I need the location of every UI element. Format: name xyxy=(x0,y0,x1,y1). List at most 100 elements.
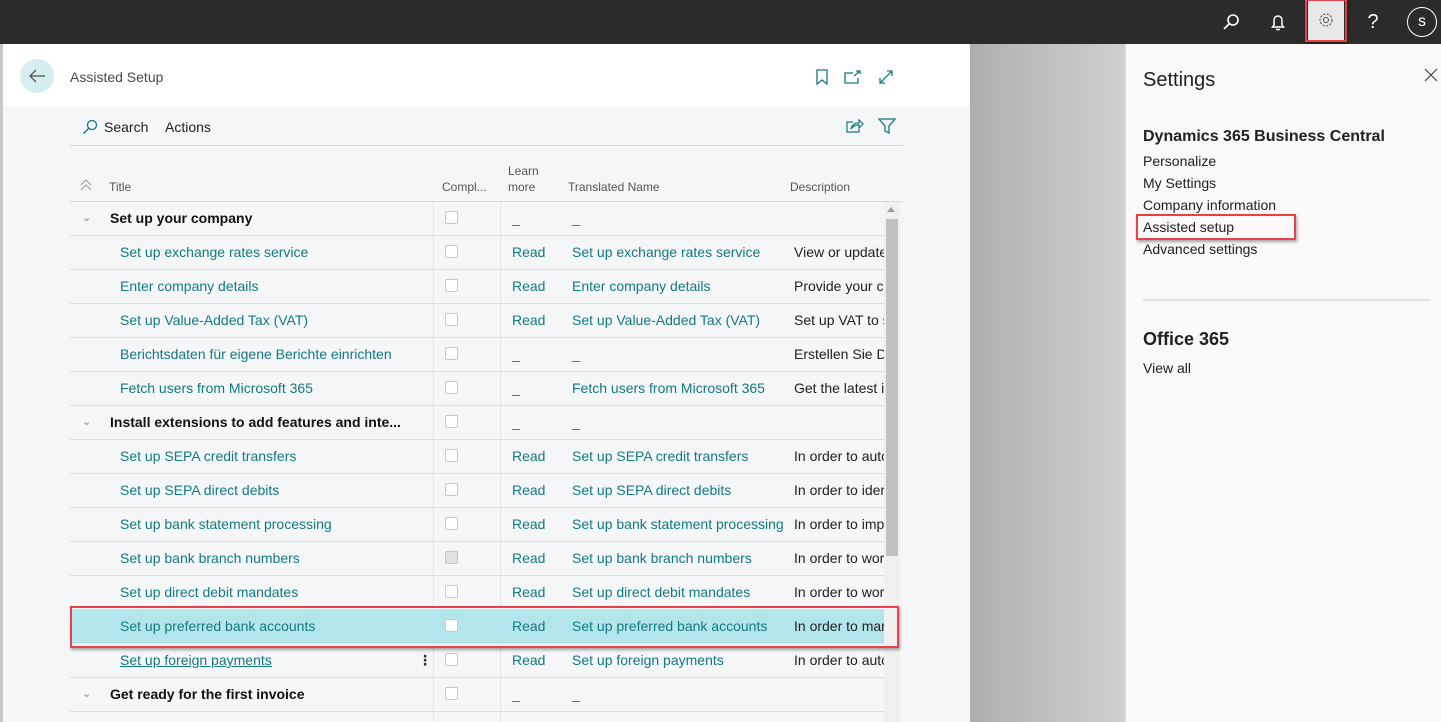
learn-more-link[interactable]: Read xyxy=(512,508,562,541)
row-title[interactable]: Set up SEPA direct debits xyxy=(120,474,420,507)
column-header-learn-more-line2[interactable]: more xyxy=(508,180,535,194)
completed-checkbox[interactable] xyxy=(445,483,458,496)
completed-checkbox[interactable] xyxy=(445,211,458,224)
completed-checkbox[interactable] xyxy=(445,449,458,462)
translated-name-link[interactable]: Set up preferred bank accounts xyxy=(572,610,788,643)
completed-checkbox[interactable] xyxy=(445,347,458,360)
translated-name-link[interactable]: _ xyxy=(572,202,788,235)
learn-more-link[interactable]: Read xyxy=(512,644,562,677)
close-settings-button[interactable] xyxy=(1424,66,1438,87)
scroll-up-arrow-icon[interactable] xyxy=(887,207,895,212)
settings-link-personalize[interactable]: Personalize xyxy=(1143,153,1216,169)
grid-scrollbar[interactable] xyxy=(884,202,900,722)
table-row[interactable]: Set up exchange rates service Read Set up … xyxy=(70,236,888,270)
learn-more-link[interactable]: Read xyxy=(512,304,562,337)
actions-menu[interactable]: Actions xyxy=(165,119,211,135)
completed-checkbox[interactable] xyxy=(445,585,458,598)
table-row[interactable]: Set up SEPA credit transfers Read Set up S… xyxy=(70,440,888,474)
translated-name-link[interactable]: Enter company details xyxy=(572,270,788,303)
search-button[interactable] xyxy=(1211,0,1251,44)
completed-checkbox[interactable] xyxy=(445,653,458,666)
translated-name-link[interactable]: _ xyxy=(572,338,788,371)
table-row[interactable]: Set up bank branch numbers Read Set up ban… xyxy=(70,542,888,576)
learn-more-link[interactable]: _ xyxy=(512,202,562,235)
row-title[interactable]: Set up bank statement processing xyxy=(120,508,420,541)
notifications-button[interactable] xyxy=(1258,0,1298,44)
row-title[interactable]: Fetch users from Microsoft 365 xyxy=(120,372,420,405)
learn-more-link[interactable]: Read xyxy=(512,440,562,473)
row-title[interactable]: Install extensions to add features and i… xyxy=(110,406,410,439)
row-title[interactable]: Set up Value-Added Tax (VAT) xyxy=(120,304,420,337)
share-button[interactable] xyxy=(846,118,870,134)
settings-link-company-information[interactable]: Company information xyxy=(1143,197,1276,213)
row-menu-icon[interactable]: ⋮ xyxy=(418,644,430,677)
settings-link-my-settings[interactable]: My Settings xyxy=(1143,175,1216,191)
row-title[interactable]: Set up your company xyxy=(110,202,410,235)
completed-checkbox[interactable] xyxy=(445,687,458,700)
row-title[interactable]: Set up exchange rates service xyxy=(120,236,420,269)
row-title[interactable]: Berichtsdaten für eigene Berichte einric… xyxy=(120,338,420,371)
filter-button[interactable] xyxy=(878,118,902,134)
translated-name-link[interactable]: Set up bank branch numbers xyxy=(572,542,788,575)
learn-more-link[interactable]: Read xyxy=(512,270,562,303)
completed-checkbox[interactable] xyxy=(445,279,458,292)
completed-checkbox[interactable] xyxy=(445,415,458,428)
column-header-completed[interactable]: Compl... xyxy=(442,180,487,194)
table-row[interactable]: Set up SEPA direct debits Read Set up SEPA… xyxy=(70,474,888,508)
chevron-down-icon[interactable]: ⌄ xyxy=(82,406,96,439)
settings-link-view-all[interactable]: View all xyxy=(1143,360,1191,376)
translated-name-link[interactable]: _ xyxy=(572,678,788,711)
scrollbar-thumb[interactable] xyxy=(886,219,898,556)
learn-more-link[interactable]: Read xyxy=(512,576,562,609)
table-row[interactable]: Enter company details Read Enter company d… xyxy=(70,270,888,304)
search-action[interactable]: Search xyxy=(82,119,148,135)
group-row[interactable]: ⌄ Install extensions to add features and … xyxy=(70,406,888,440)
learn-more-link[interactable]: Read xyxy=(512,542,562,575)
translated-name-link[interactable]: Set up exchange rates service xyxy=(572,236,788,269)
settings-link-assisted-setup[interactable]: Assisted setup xyxy=(1143,219,1234,235)
row-title[interactable]: Set up foreign payments xyxy=(120,644,420,677)
column-header-translated-name[interactable]: Translated Name xyxy=(568,180,660,194)
row-title[interactable]: Set up SEPA credit transfers xyxy=(120,440,420,473)
learn-more-link[interactable]: _ xyxy=(512,406,562,439)
completed-checkbox[interactable] xyxy=(445,245,458,258)
completed-checkbox[interactable] xyxy=(445,517,458,530)
translated-name-link[interactable]: Fetch users from Microsoft 365 xyxy=(572,372,788,405)
learn-more-link[interactable]: Read xyxy=(512,610,562,643)
back-button[interactable] xyxy=(20,59,54,93)
translated-name-link[interactable]: Set up bank statement processing xyxy=(572,508,788,541)
learn-more-link[interactable]: _ xyxy=(512,372,562,405)
column-header-description[interactable]: Description xyxy=(790,180,850,194)
help-button[interactable]: ? xyxy=(1353,0,1393,44)
user-account-button[interactable]: s xyxy=(1402,0,1441,44)
completed-checkbox[interactable] xyxy=(445,619,458,632)
table-row[interactable]: Set up foreign payments ⋮ Read Set up forei… xyxy=(70,644,888,678)
learn-more-link[interactable]: Read xyxy=(512,474,562,507)
chevron-down-icon[interactable]: ⌄ xyxy=(82,678,96,711)
translated-name-link[interactable]: Set up SEPA direct debits xyxy=(572,474,788,507)
column-header-learn-more-line1[interactable]: Learn xyxy=(508,164,539,178)
settings-button[interactable] xyxy=(1308,0,1344,40)
table-row[interactable]: Fetch users from Microsoft 365 _ Fetch use… xyxy=(70,372,888,406)
table-row[interactable]: Set up bank statement processing Read Set … xyxy=(70,508,888,542)
row-title[interactable]: Get ready for the first invoice xyxy=(110,678,410,711)
row-title[interactable]: Enter company details xyxy=(120,270,420,303)
completed-checkbox[interactable] xyxy=(445,551,458,564)
open-new-window-button[interactable] xyxy=(842,66,864,88)
learn-more-link[interactable]: _ xyxy=(512,338,562,371)
table-row[interactable]: Berichtsdaten für eigene Berichte einric… xyxy=(70,338,888,372)
translated-name-link[interactable]: Set up SEPA credit transfers xyxy=(572,440,788,473)
settings-link-advanced-settings[interactable]: Advanced settings xyxy=(1143,241,1257,257)
table-row[interactable]: Set up direct debit mandates Read Set up d… xyxy=(70,576,888,610)
row-title[interactable]: Set up direct debit mandates xyxy=(120,576,420,609)
chevron-down-icon[interactable]: ⌄ xyxy=(82,202,96,235)
table-row[interactable]: Set up Value-Added Tax (VAT) Read Set up V… xyxy=(70,304,888,338)
completed-checkbox[interactable] xyxy=(445,313,458,326)
row-title[interactable]: Set up preferred bank accounts xyxy=(120,610,420,643)
learn-more-link[interactable]: Read xyxy=(512,236,562,269)
row-title[interactable]: Set up bank branch numbers xyxy=(120,542,420,575)
learn-more-link[interactable]: _ xyxy=(512,678,562,711)
translated-name-link[interactable]: Set up direct debit mandates xyxy=(572,576,788,609)
collapse-all-button[interactable] xyxy=(80,179,92,194)
expand-button[interactable] xyxy=(875,66,897,88)
